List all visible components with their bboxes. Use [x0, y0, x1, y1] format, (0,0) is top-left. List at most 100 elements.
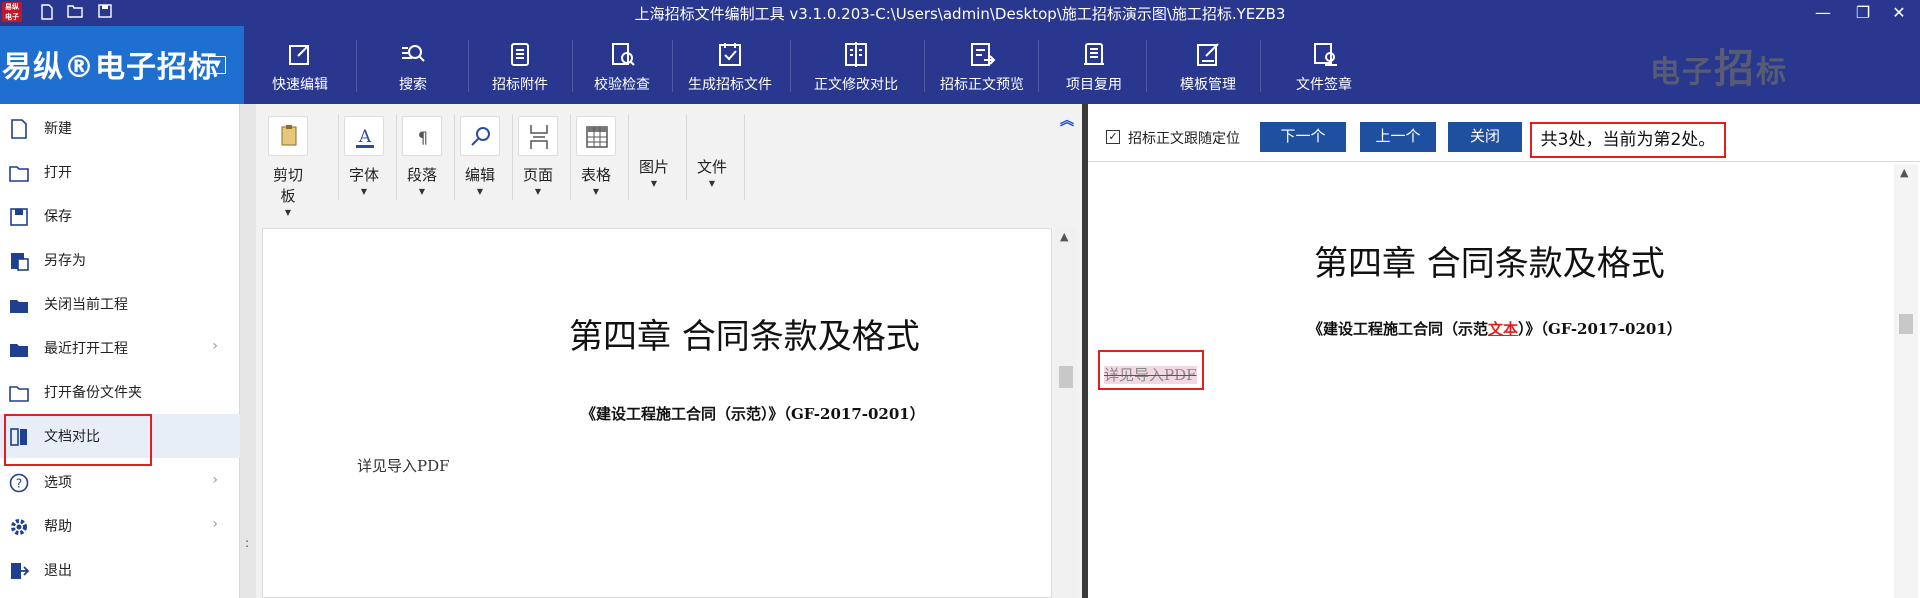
- ribbon-tool-template[interactable]: 模板管理: [1170, 26, 1246, 104]
- close-project-icon: [10, 300, 28, 313]
- svg-text:?: ?: [16, 477, 22, 491]
- reuse-icon: [1084, 43, 1104, 65]
- ribbon-tool-search[interactable]: 搜索: [380, 26, 446, 104]
- ribbon-tool-attachment[interactable]: 招标附件: [482, 26, 558, 104]
- editor-pane: 剪切板 ▼ A 字体 ▼ ¶ 段落 ▼ 编辑 ▼ 页面 ▼ 表格 ▼ 图片 ▼ …: [256, 104, 1082, 598]
- diff-counter: 共3处，当前为第2处。: [1530, 122, 1726, 158]
- toolbar-group-font[interactable]: A 字体 ▼: [344, 116, 384, 206]
- ribbon-separator: [572, 40, 573, 92]
- editor-scrollbar[interactable]: ▲: [1056, 228, 1076, 598]
- scroll-thumb[interactable]: [1059, 366, 1073, 388]
- chevron-right-icon: ›: [212, 472, 218, 488]
- chevron-down-icon[interactable]: ▼: [208, 56, 226, 74]
- doc-chapter-title: 第四章 合同条款及格式: [1314, 244, 1665, 284]
- signature-icon: [1314, 43, 1337, 66]
- attachment-icon: [511, 43, 529, 66]
- chevron-down-icon: ▼: [534, 187, 542, 196]
- toolbar-group-paragraph[interactable]: ¶ 段落 ▼: [402, 116, 442, 206]
- save-icon: [10, 208, 28, 226]
- compare-pane: ✓ 招标正文跟随定位 下一个 上一个 关闭 共3处，当前为第2处。 第四章 合同…: [1088, 104, 1920, 598]
- toolbar-group-picture[interactable]: 图片 ▼: [634, 148, 674, 238]
- font-icon: A: [344, 116, 384, 156]
- ribbon-separator: [790, 40, 791, 92]
- highlight-box: [4, 414, 152, 466]
- template-icon: [1197, 43, 1219, 66]
- compare-toolbar: ✓ 招标正文跟随定位 下一个 上一个 关闭 共3处，当前为第2处。: [1088, 104, 1920, 162]
- scroll-up-icon[interactable]: ▲: [1060, 230, 1068, 243]
- chevron-down-icon: ▼: [360, 187, 368, 196]
- menu-item-close-project[interactable]: 关闭当前工程: [0, 282, 240, 326]
- window-title: 上海招标文件编制工具 v3.1.0.203-C:\Users\admin\Des…: [634, 5, 1286, 23]
- open-folder-icon: [9, 166, 29, 182]
- clipboard-icon: [268, 116, 308, 156]
- menu-item-exit[interactable]: 退出: [0, 548, 240, 592]
- ribbon-tool-compare[interactable]: 正文修改对比: [800, 26, 912, 104]
- toolbar-separator: [512, 114, 513, 200]
- save-as-icon: [11, 253, 29, 271]
- doc-body-text: 详见导入PDF: [357, 457, 450, 475]
- generate-file-icon: [719, 43, 741, 66]
- ribbon-tool-generate[interactable]: 生成招标文件: [676, 26, 784, 104]
- toolbar-group-page[interactable]: 页面 ▼: [518, 116, 558, 206]
- compare-document[interactable]: 第四章 合同条款及格式 《建设工程施工合同（示范文本）》（GF-2017-020…: [1088, 164, 1894, 598]
- ribbon-separator: [1146, 40, 1147, 92]
- find-icon: [460, 116, 500, 156]
- recent-folder-icon: [10, 344, 28, 357]
- chevron-down-icon: ▼: [418, 187, 426, 196]
- chevron-right-icon: ›: [212, 338, 218, 354]
- sidebar-splitter[interactable]: :: [240, 104, 256, 598]
- menu-item-recent-projects[interactable]: 最近打开工程 ›: [0, 326, 240, 370]
- menu-item-save-as[interactable]: 另存为: [0, 238, 240, 282]
- next-diff-button[interactable]: 下一个: [1260, 122, 1346, 152]
- ribbon-tool-signature[interactable]: 文件签章: [1286, 26, 1362, 104]
- close-window-button[interactable]: ✕: [1876, 0, 1920, 26]
- exit-icon: [11, 563, 30, 579]
- toolbar-group-file[interactable]: 文件 ▼: [692, 148, 732, 238]
- ribbon-tool-preview[interactable]: 招标正文预览: [930, 26, 1034, 104]
- doc-subtitle: 《建设工程施工合同（示范文本）》（GF-2017-0201）: [1308, 320, 1682, 338]
- scroll-thumb[interactable]: [1899, 314, 1913, 334]
- inserted-text: 文本: [1488, 320, 1519, 338]
- doc-subtitle: 《建设工程施工合同（示范）》（GF-2017-0201）: [581, 405, 925, 423]
- toolbar-separator: [686, 114, 687, 200]
- follow-location-checkbox[interactable]: ✓: [1106, 130, 1120, 144]
- brand-name: 易纵®电子招标: [2, 50, 219, 85]
- drag-handle-icon[interactable]: :: [245, 536, 249, 550]
- toolbar-separator: [338, 114, 339, 200]
- menu-item-save[interactable]: 保存: [0, 194, 240, 238]
- ribbon-tool-reuse[interactable]: 项目复用: [1056, 26, 1132, 104]
- ribbon-separator: [924, 40, 925, 92]
- close-compare-button[interactable]: 关闭: [1448, 122, 1522, 152]
- toolbar-separator: [396, 114, 397, 200]
- backup-folder-icon: [9, 386, 29, 402]
- preview-icon: [971, 43, 996, 66]
- ribbon-separator: [1260, 40, 1261, 92]
- toolbar-group-edit[interactable]: 编辑 ▼: [460, 116, 500, 206]
- menu-item-open-backup-folder[interactable]: 打开备份文件夹: [0, 370, 240, 414]
- menu-item-options[interactable]: ? 选项 ›: [0, 460, 240, 504]
- menu-item-help[interactable]: 帮助 ›: [0, 504, 240, 548]
- chevron-down-icon: ▼: [650, 179, 658, 188]
- document-editor[interactable]: 第四章 合同条款及格式 《建设工程施工合同（示范）》（GF-2017-0201）…: [262, 228, 1052, 598]
- brand-area[interactable]: 易纵®电子招标 ▼: [0, 26, 244, 104]
- brand-watermark: 电子招标: [1650, 45, 1788, 92]
- toolbar-group-table[interactable]: 表格 ▼: [576, 116, 616, 206]
- chevron-right-icon: ›: [212, 516, 218, 532]
- search-icon: [402, 45, 425, 62]
- chevron-down-icon: ▼: [592, 187, 600, 196]
- prev-diff-button[interactable]: 上一个: [1360, 122, 1436, 152]
- ribbon-separator: [356, 40, 357, 92]
- highlight-box: [1098, 350, 1204, 390]
- doc-chapter-title: 第四章 合同条款及格式: [569, 317, 920, 357]
- gear-icon: [11, 519, 27, 535]
- collapse-toolbar-icon[interactable]: ︽: [1060, 110, 1074, 130]
- menu-item-open[interactable]: 打开: [0, 150, 240, 194]
- toolbar-group-clipboard[interactable]: 剪切板 ▼: [266, 116, 310, 217]
- toolbar-separator: [628, 114, 629, 200]
- compare-scrollbar[interactable]: ▲: [1894, 164, 1918, 598]
- menu-item-new[interactable]: 新建: [0, 106, 240, 150]
- ribbon-tool-quick-edit[interactable]: 快速编辑: [262, 26, 338, 104]
- new-file-icon: [11, 119, 27, 139]
- scroll-up-icon[interactable]: ▲: [1900, 166, 1908, 179]
- ribbon-tool-check[interactable]: 校验检查: [584, 26, 660, 104]
